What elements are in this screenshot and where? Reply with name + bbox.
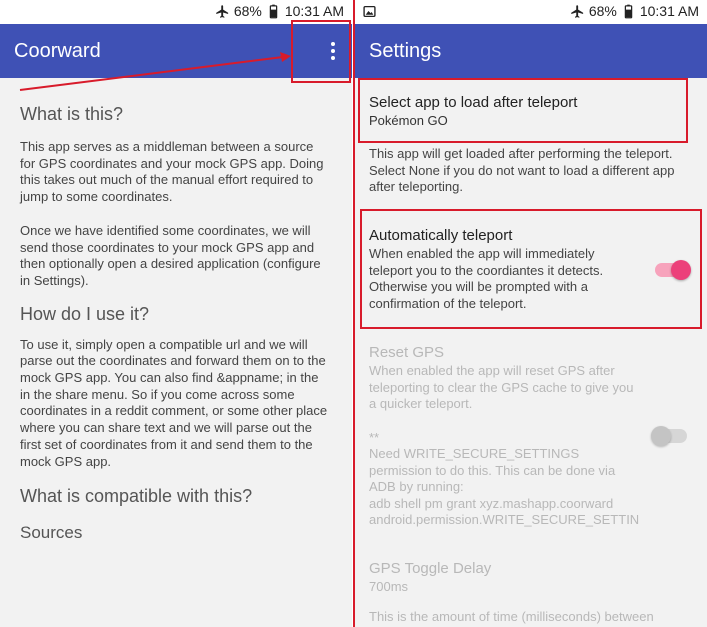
battery-level: 68% [588,3,617,19]
status-bar: 68% 10:31 AM [355,0,707,24]
pref-reset-gps-cmd-2: android.permission.WRITE_SECURE_SETTIN [369,512,640,527]
what-paragraph-2: Once we have identified some coordinates… [20,222,321,288]
airplane-icon [571,4,583,18]
heading-compatible: What is compatible with this? [20,486,253,507]
highlight-select-app [358,78,688,143]
reset-gps-toggle[interactable] [651,426,687,446]
about-content: What is this? This app serves as a middl… [0,78,352,543]
clock: 10:31 AM [639,3,699,19]
heading-how-do-i-use-it: How do I use it? [20,303,150,324]
battery-icon [624,4,633,18]
pref-gps-delay-title: GPS Toggle Delay [369,560,492,577]
toggle-knob [651,426,671,446]
pref-select-app-desc: This app will get loaded after performin… [369,146,675,194]
annotation-arrow [19,52,291,91]
pref-gps-delay[interactable]: GPS Toggle Delay 700ms This is the amoun… [369,560,689,625]
settings-title: Settings [369,40,442,62]
about-screen: 68% 10:31 AM Coorward What is this? This… [0,0,352,627]
pref-reset-gps-cmd-1: adb shell pm grant xyz.mashapp.coorward [369,495,614,511]
image-notification-icon [363,5,376,18]
settings-screen: 68% 10:31 AM Settings Select app to load… [355,0,707,627]
pref-reset-gps-desc: When enabled the app will reset GPS afte… [369,363,634,411]
pref-gps-delay-desc: This is the amount of time (milliseconds… [369,608,654,624]
how-paragraph: To use it, simply open a compatible url … [20,336,328,469]
what-paragraph-1: This app serves as a middleman between a… [20,139,324,205]
pref-gps-delay-value: 700ms [369,579,409,594]
app-bar: Settings [355,24,707,78]
pref-reset-gps[interactable]: Reset GPS When enabled the app will rese… [369,344,640,529]
highlight-divider-line [353,0,355,627]
heading-sources: Sources [20,523,83,543]
pref-reset-gps-title: Reset GPS [369,344,445,361]
highlight-auto-teleport [360,209,702,329]
pref-reset-gps-note-stars: ** [369,429,380,445]
pref-reset-gps-note: Need WRITE_SECURE_SETTINGS permission to… [369,446,616,494]
